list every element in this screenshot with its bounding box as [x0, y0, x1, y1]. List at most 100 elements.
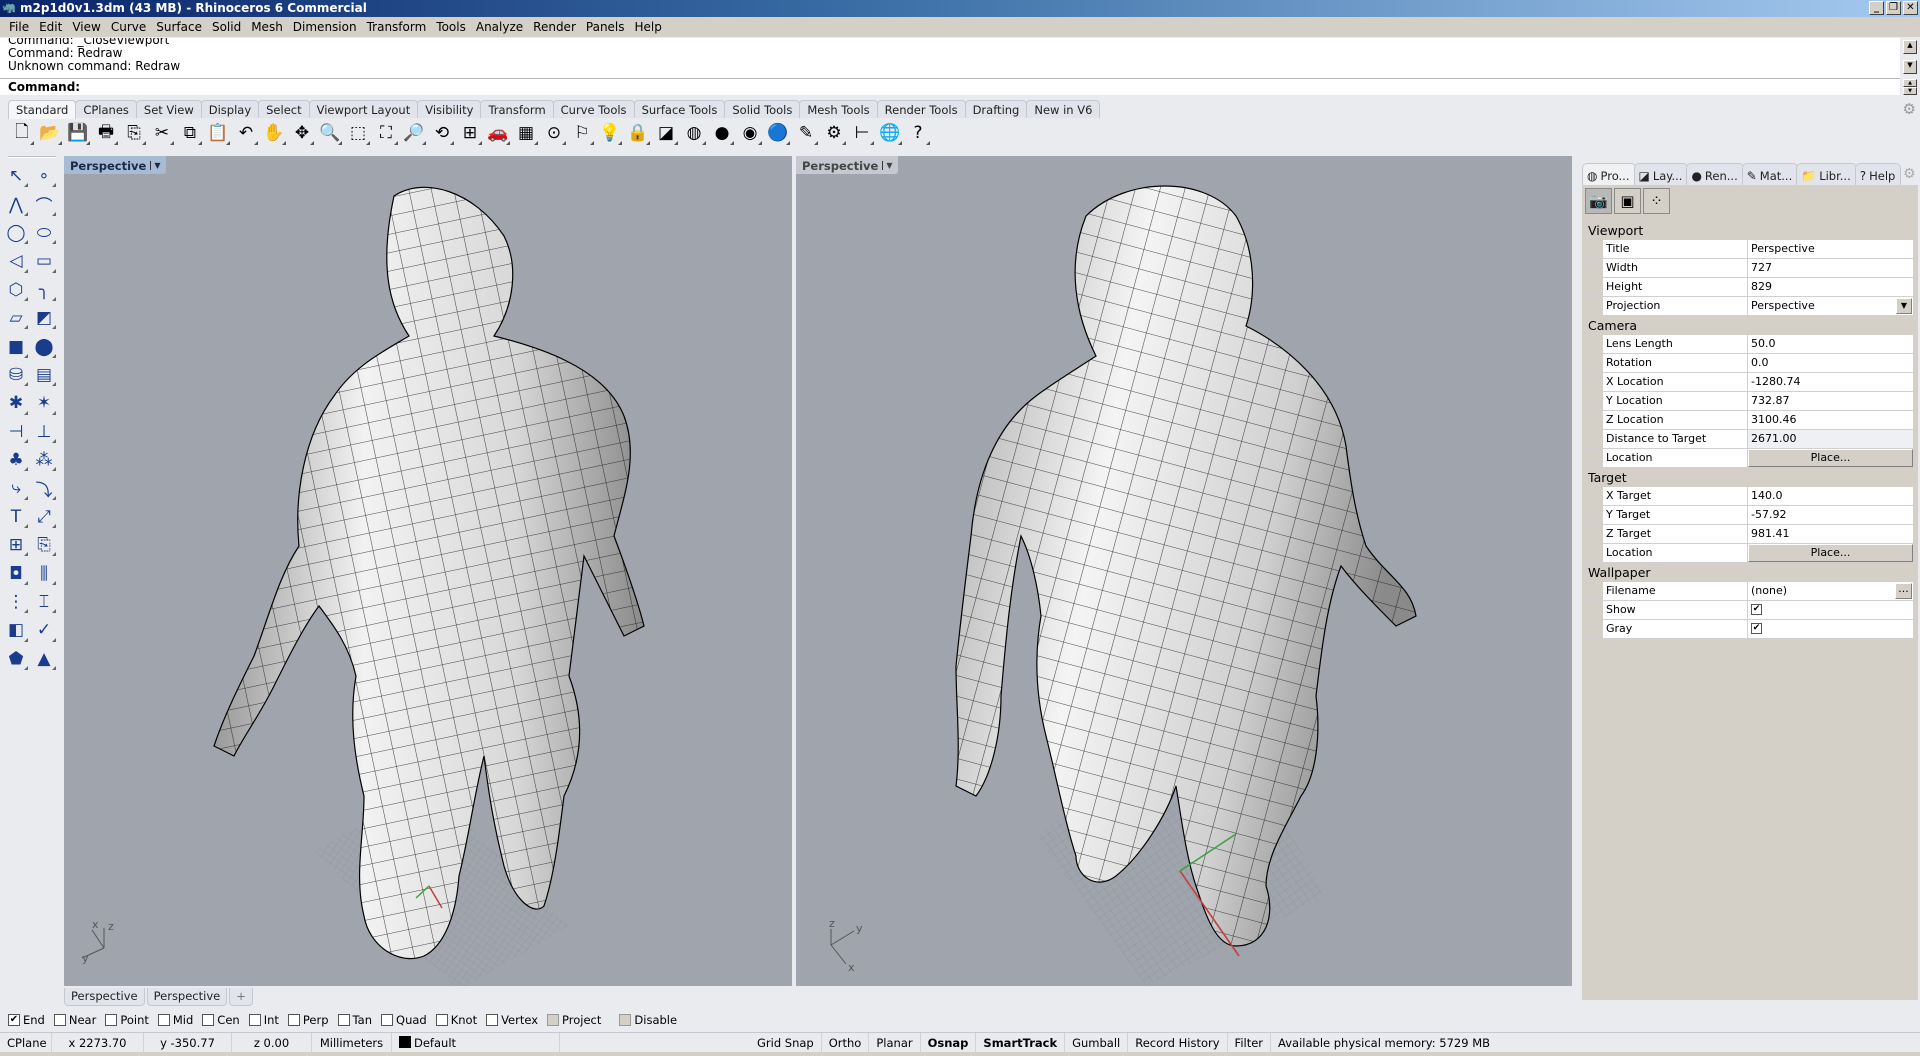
panel-tab-pro[interactable]: ◍ Pro... [1582, 163, 1636, 185]
trim-icon[interactable]: ⊥ [30, 418, 58, 446]
property-value[interactable]: ✔ [1748, 601, 1913, 619]
units-indicator[interactable]: Millimeters [312, 1032, 392, 1053]
menu-curve[interactable]: Curve [106, 20, 151, 34]
lock-icon[interactable]: 🔒 [626, 121, 650, 145]
osnap-tan[interactable]: Tan [337, 1013, 372, 1027]
toolbar-tab-select[interactable]: Select [258, 100, 310, 118]
osnap-quad[interactable]: Quad [381, 1013, 427, 1027]
open-icon[interactable]: 📂 [38, 121, 62, 145]
viewport-canvas[interactable]: z y x [796, 156, 1572, 986]
extrude-icon[interactable]: ⫼ [30, 559, 58, 587]
toolbar-tab-solid-tools[interactable]: Solid Tools [724, 100, 801, 118]
object-spheres-icon[interactable]: ⁘ [1643, 188, 1670, 214]
osnap-int[interactable]: Int [248, 1013, 279, 1027]
explode-puzzle-icon[interactable]: ✱ [2, 389, 30, 417]
menu-tools[interactable]: Tools [431, 20, 471, 34]
menu-surface[interactable]: Surface [151, 20, 207, 34]
solid-edit-icon[interactable]: ◘ [2, 559, 30, 587]
menu-panels[interactable]: Panels [581, 20, 630, 34]
layers-icon[interactable]: ◪ [654, 121, 678, 145]
restore-button[interactable]: ❐ [1886, 1, 1901, 15]
toolbar-tab-cplanes[interactable]: CPlanes [75, 100, 137, 118]
pencil-icon[interactable]: ✎ [794, 121, 818, 145]
vertex-checkbox[interactable] [486, 1014, 499, 1026]
property-value[interactable]: 140.0 [1748, 487, 1913, 505]
gray-checkbox[interactable]: ✔ [1751, 622, 1762, 634]
quad-checkbox[interactable] [381, 1014, 394, 1026]
place-button[interactable]: Place... [1748, 449, 1913, 467]
curve-offset-icon[interactable]: ⤵ [30, 474, 58, 502]
perp-checkbox[interactable] [287, 1014, 300, 1026]
mirror-icon[interactable]: ◧ [2, 616, 30, 644]
four-viewports-icon[interactable]: ⊞ [458, 121, 482, 145]
property-value[interactable]: -57.92 [1748, 506, 1913, 524]
status-toggle-record-history[interactable]: Record History [1128, 1032, 1228, 1053]
viewport-title-menu[interactable]: Perspective ▼ [796, 156, 899, 174]
group-icon[interactable]: ♣ [2, 446, 30, 474]
split-icon[interactable]: ⊣ [2, 418, 30, 446]
zoom-selected-icon[interactable]: 🔎 [402, 121, 426, 145]
status-toggle-filter[interactable]: Filter [1228, 1032, 1272, 1053]
property-value[interactable]: 727 [1748, 259, 1913, 277]
chevron-down-icon[interactable]: ▼ [882, 161, 892, 170]
toolbar-tab-new-in-v6[interactable]: New in V6 [1026, 100, 1101, 118]
history-scroll-up-button[interactable]: ▲ [1903, 40, 1917, 54]
status-toggle-ortho[interactable]: Ortho [822, 1032, 870, 1053]
mid-checkbox[interactable] [157, 1014, 170, 1026]
pan-icon[interactable]: ✋ [262, 121, 286, 145]
panel-tab-help[interactable]: ? Help [1854, 163, 1902, 185]
property-value[interactable]: Place... [1748, 449, 1913, 467]
command-spin-down-button[interactable]: ▼ [1903, 87, 1917, 95]
add-viewport-tab-button[interactable]: + [229, 988, 253, 1006]
dimension-icon[interactable]: ⊢ [850, 121, 874, 145]
undo-icon[interactable]: ↶ [234, 121, 258, 145]
toolbar-tab-set-view[interactable]: Set View [135, 100, 202, 118]
boolean-union-icon[interactable]: ⬤ [30, 332, 58, 360]
rotate-view-icon[interactable]: ✥ [290, 121, 314, 145]
property-value[interactable]: Perspective ▼ [1748, 297, 1913, 315]
property-value[interactable]: Perspective [1748, 240, 1913, 258]
mesh-icon[interactable]: ▤ [30, 361, 58, 389]
near-checkbox[interactable] [53, 1014, 66, 1026]
status-toggle-gumball[interactable]: Gumball [1065, 1032, 1129, 1053]
toolbar-tab-render-tools[interactable]: Render Tools [876, 100, 966, 118]
arc-icon[interactable]: ◁ [2, 247, 30, 275]
menu-help[interactable]: Help [630, 20, 667, 34]
zoom-dynamic-icon[interactable]: 🔍 [318, 121, 342, 145]
copy-to-icon[interactable]: ⎘ [30, 531, 58, 559]
toolbar-settings-gear-icon[interactable]: ⚙ [1903, 100, 1916, 118]
box-icon[interactable]: ■ [2, 332, 30, 360]
disable-checkbox[interactable] [619, 1014, 632, 1026]
panel-tab-mat[interactable]: ✎ Mat... [1741, 163, 1799, 185]
menu-transform[interactable]: Transform [362, 20, 432, 34]
panel-tab-ren[interactable]: ● Ren... [1686, 163, 1744, 185]
osnap-point[interactable]: Point [105, 1013, 149, 1027]
menu-mesh[interactable]: Mesh [246, 20, 288, 34]
viewport-frame-icon[interactable]: ▣ [1614, 188, 1641, 214]
property-value[interactable]: ✔ [1748, 620, 1913, 638]
property-value[interactable]: 50.0 [1748, 335, 1913, 353]
rectangle-icon[interactable]: ▭ [30, 247, 58, 275]
project-checkbox[interactable] [547, 1014, 560, 1026]
sphere-globe-icon[interactable]: 🌐 [878, 121, 902, 145]
viewport-title-menu[interactable]: Perspective ▼ [64, 156, 167, 174]
menu-dimension[interactable]: Dimension [288, 20, 362, 34]
select-arrow-icon[interactable]: ↖ [2, 162, 30, 190]
offset-icon[interactable]: ⤷ [2, 474, 30, 502]
cen-checkbox[interactable] [202, 1014, 215, 1026]
car-icon[interactable]: 🚗 [486, 121, 510, 145]
left-toolbar-grip[interactable] [8, 156, 56, 158]
menu-view[interactable]: View [67, 20, 105, 34]
status-toggle-smarttrack[interactable]: SmartTrack [976, 1032, 1066, 1053]
shaded-sphere-icon[interactable]: ● [710, 121, 734, 145]
solid-shapes-icon[interactable]: ⬟ [2, 645, 30, 673]
chevron-down-icon[interactable]: ▼ [150, 161, 160, 170]
copy-icon[interactable]: ⧉ [178, 121, 202, 145]
circle-icon[interactable]: ◯ [2, 219, 30, 247]
print-icon[interactable]: 🖶 [94, 121, 118, 145]
osnap-end[interactable]: ✔ End [8, 1013, 45, 1027]
property-value[interactable]: 3100.46 [1748, 411, 1913, 429]
paste-icon[interactable]: 📋 [206, 121, 230, 145]
panel-tab-lay[interactable]: ◪ Lay... [1633, 163, 1689, 185]
viewport-perspective-left[interactable]: x z y Perspective ▼ [64, 156, 792, 986]
